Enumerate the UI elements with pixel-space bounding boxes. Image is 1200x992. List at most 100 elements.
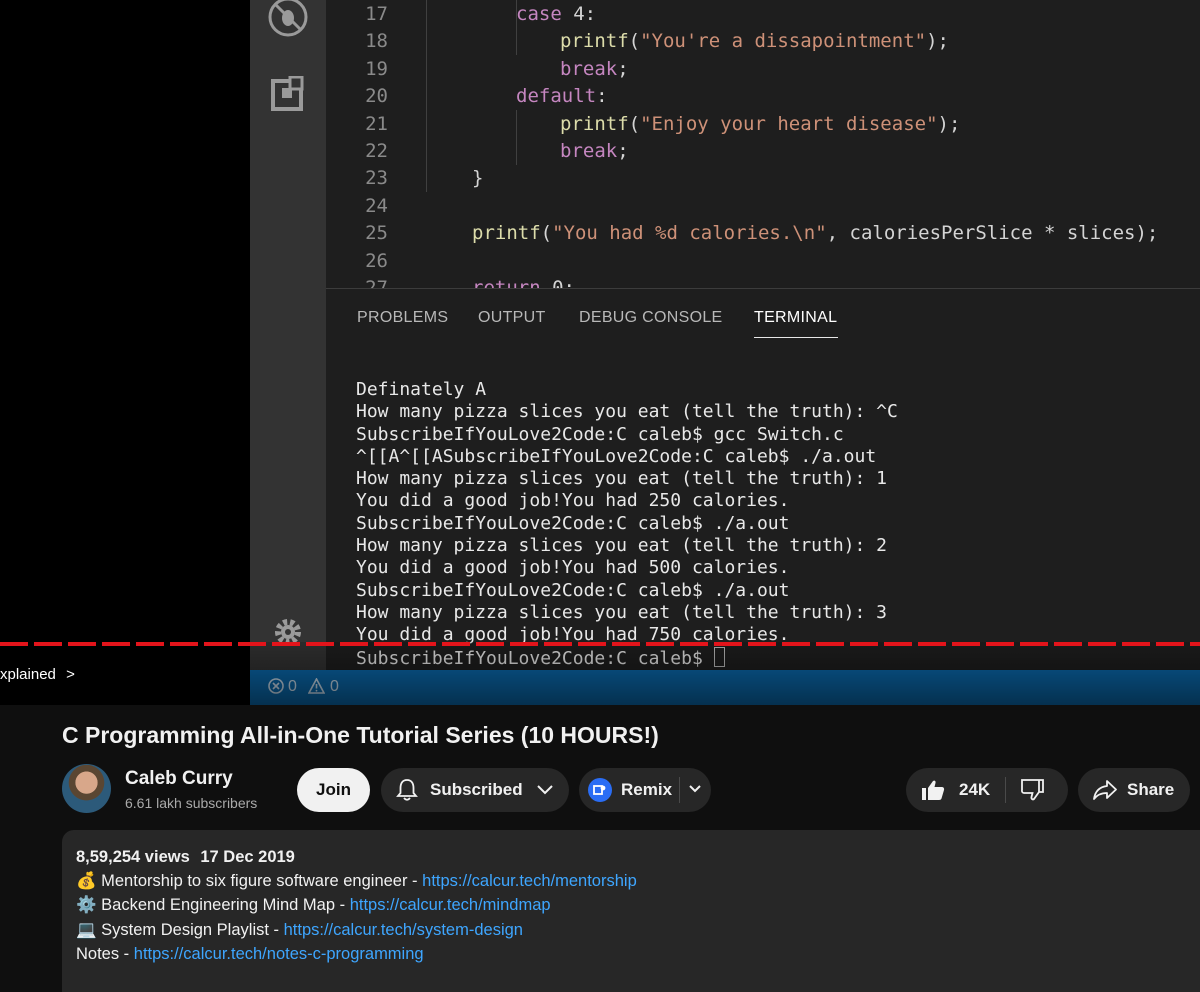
line-number: 23: [365, 167, 388, 190]
bell-icon: [396, 778, 418, 802]
terminal-line: How many pizza slices you eat (tell the …: [356, 535, 888, 557]
emoji-icon: ⚙️: [76, 896, 102, 915]
tab-problems[interactable]: PROBLEMS: [357, 309, 448, 327]
tab-debug-console[interactable]: DEBUG CONSOLE: [579, 309, 723, 327]
channel-name[interactable]: Caleb Curry: [125, 768, 233, 790]
code-text: printf("Enjoy your heart disease");: [560, 112, 961, 135]
description-line: 💰 Mentorship to six figure software engi…: [76, 872, 637, 891]
terminal-line: You did a good job!You had 250 calories.: [356, 490, 790, 512]
subscriber-count: 6.61 lakh subscribers: [125, 795, 258, 811]
line-number: 18: [365, 30, 388, 53]
description-link[interactable]: https://calcur.tech/system-design: [284, 921, 523, 939]
chapter-title: xplained: [0, 666, 56, 683]
code-text: default:: [516, 85, 608, 108]
remix-button[interactable]: Remix: [579, 768, 711, 812]
like-dislike-group: 24K: [906, 768, 1068, 812]
chevron-down-icon: [536, 785, 553, 795]
player-controls-gradient: [0, 642, 1200, 705]
code-line[interactable]: 26: [326, 248, 1200, 275]
line-number: 22: [365, 140, 388, 162]
terminal-line: ^[[A^[[ASubscribeIfYouLove2Code:C caleb$…: [356, 445, 877, 467]
active-tab-indicator: [754, 337, 838, 338]
dislike-icon[interactable]: [1020, 779, 1044, 801]
divider: [679, 777, 680, 803]
line-number: 17: [365, 3, 388, 25]
code-line[interactable]: 27 return 0;: [326, 275, 1200, 288]
code-line[interactable]: 25 printf("You had %d calories.\n", calor…: [326, 220, 1200, 247]
description-link[interactable]: https://calcur.tech/notes-c-programming: [134, 945, 424, 963]
run-debug-icon[interactable]: [264, 0, 312, 41]
line-number: 25: [365, 222, 388, 245]
code-text: }: [472, 167, 484, 190]
subscribed-label: Subscribed: [430, 780, 523, 799]
chapter-label[interactable]: xplained >: [0, 666, 75, 683]
remix-icon: [588, 778, 612, 802]
code-editor[interactable]: 17 case 4: 18 printf("You're a dissapointme…: [326, 0, 1200, 288]
code-text: break;: [560, 57, 629, 80]
progress-bar[interactable]: [0, 642, 1200, 646]
join-button[interactable]: Join: [297, 768, 370, 812]
terminal-line: You did a good job!You had 500 calories.: [356, 557, 790, 579]
line-number: 21: [365, 112, 388, 135]
code-line[interactable]: 21 printf("Enjoy your heart disease");: [326, 111, 1200, 138]
code-text: case 4:: [516, 3, 597, 25]
description-text: System Design Playlist -: [101, 920, 284, 939]
code-line[interactable]: 18 printf("You're a dissapointment");: [326, 28, 1200, 55]
description-line: ⚙️ Backend Engineering Mind Map - https:…: [76, 896, 551, 915]
share-button[interactable]: Share: [1078, 768, 1190, 812]
avatar[interactable]: [62, 764, 111, 813]
terminal-line: How many pizza slices you eat (tell the …: [356, 468, 888, 490]
description-text: Mentorship to six figure software engine…: [101, 872, 423, 890]
description-text: Notes -: [76, 944, 134, 963]
terminal-line: How many pizza slices you eat (tell the …: [356, 401, 898, 423]
upload-date: 17 Dec 2019: [200, 848, 295, 866]
code-line[interactable]: 23}: [326, 165, 1200, 192]
description-box[interactable]: 8,59,254 views 17 Dec 2019 💰 Mentorship …: [62, 830, 1200, 992]
code-line[interactable]: 20 default:: [326, 83, 1200, 110]
description-link[interactable]: https://calcur.tech/mentorship: [422, 872, 637, 890]
video-player[interactable]: 17 case 4: 18 printf("You're a dissapointme…: [0, 0, 1200, 705]
share-icon: [1093, 780, 1117, 800]
code-text: printf("You're a dissapointment");: [560, 30, 949, 53]
description-text: Backend Engineering Mind Map -: [101, 896, 350, 915]
code-text: printf("You had %d calories.\n", calorie…: [472, 222, 1159, 245]
activity-bar: [250, 0, 326, 670]
bottom-panel: PROBLEMS OUTPUT DEBUG CONSOLE TERMINAL D…: [326, 288, 1200, 670]
divider: [1005, 777, 1006, 803]
share-label: Share: [1127, 780, 1175, 799]
subscribed-button[interactable]: Subscribed: [381, 768, 569, 812]
like-icon[interactable]: [921, 779, 945, 801]
line-number: 27: [365, 277, 388, 288]
extensions-icon[interactable]: [264, 70, 312, 118]
chevron-right-icon: >: [66, 666, 75, 683]
like-count[interactable]: 24K: [959, 780, 990, 800]
tab-output[interactable]: OUTPUT: [478, 309, 546, 327]
line-number: 26: [365, 249, 388, 272]
terminal-output[interactable]: Definately A How many pizza slices you ea…: [356, 379, 898, 670]
description-link[interactable]: https://calcur.tech/mindmap: [350, 896, 551, 914]
description-line: 💻 System Design Playlist - https://calcu…: [76, 921, 523, 940]
view-stats: 8,59,254 views 17 Dec 2019: [76, 848, 295, 867]
code-line[interactable]: 17 case 4:: [326, 1, 1200, 28]
terminal-line: How many pizza slices you eat (tell the …: [356, 601, 888, 623]
view-count: 8,59,254 views: [76, 848, 190, 866]
code-line[interactable]: 19 break;: [326, 56, 1200, 83]
line-number: 19: [365, 57, 388, 80]
emoji-icon: 💰: [76, 872, 102, 890]
terminal-line: SubscribeIfYouLove2Code:C caleb$ ./a.out: [356, 512, 790, 534]
line-number: 20: [365, 85, 388, 108]
line-number: 24: [365, 194, 388, 217]
code-line[interactable]: 22 break;: [326, 138, 1200, 165]
code-text: break;: [560, 140, 629, 162]
video-title: C Programming All-in-One Tutorial Series…: [62, 722, 659, 748]
description-line: Notes - https://calcur.tech/notes-c-prog…: [76, 945, 424, 964]
code-line[interactable]: 24: [326, 193, 1200, 220]
tab-terminal[interactable]: TERMINAL: [754, 309, 837, 327]
code-text: return 0;: [472, 277, 575, 288]
terminal-line: SubscribeIfYouLove2Code:C caleb$ ./a.out: [356, 579, 790, 601]
emoji-icon: 💻: [76, 920, 102, 939]
terminal-line: Definately A: [356, 379, 487, 400]
terminal-line: SubscribeIfYouLove2Code:C caleb$ gcc Swi…: [356, 423, 844, 445]
remix-label: Remix: [621, 780, 673, 799]
chevron-down-icon[interactable]: [689, 785, 701, 793]
